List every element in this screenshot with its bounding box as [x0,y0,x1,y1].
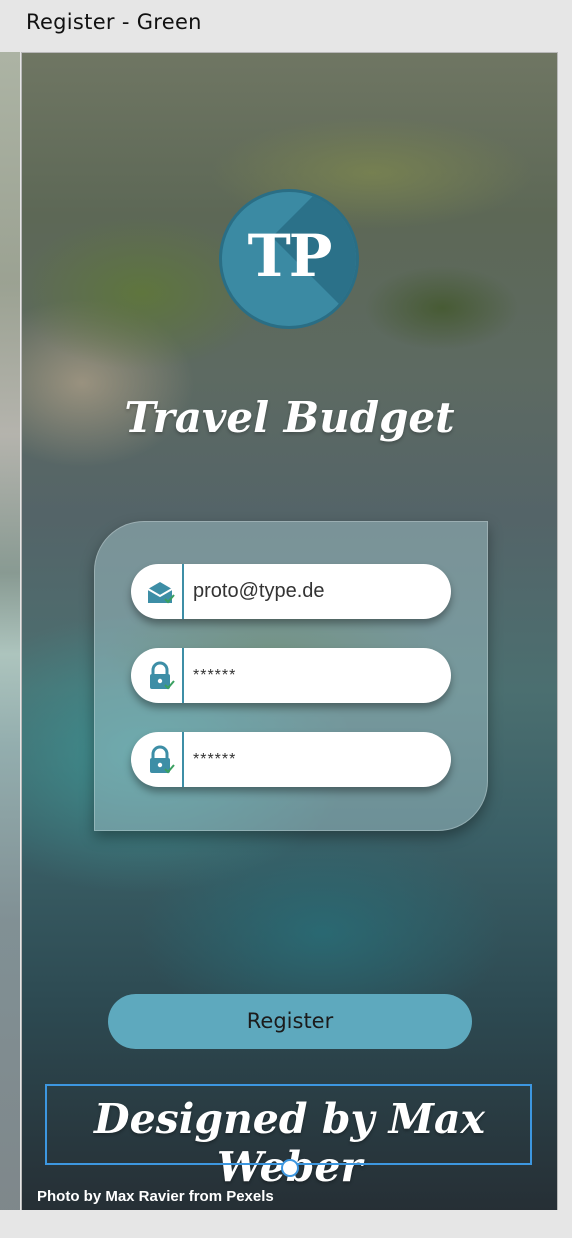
canvas-bottom-area [0,1210,572,1238]
lock-check-icon [145,745,175,775]
field-divider [182,564,184,619]
window-title-bar: Register - Green [0,0,572,46]
app-logo: TP [219,189,359,329]
email-value: proto@type.de [193,580,325,602]
mail-check-icon [145,577,175,607]
password-field[interactable]: ****** [131,648,451,703]
app-title: Travel Budget [124,393,455,442]
lock-check-icon [145,661,175,691]
logo-text: TP [247,222,333,290]
password-confirm-value: ****** [193,751,237,768]
selection-handle[interactable] [281,1159,299,1177]
field-divider [182,648,184,703]
register-form-card: proto@type.de ****** ****** [94,521,488,831]
email-field[interactable]: proto@type.de [131,564,451,619]
photo-credit: Photo by Max Ravier from Pexels [37,1188,274,1205]
selection-outline[interactable] [45,1084,532,1165]
password-value: ****** [193,667,237,684]
password-confirm-field[interactable]: ****** [131,732,451,787]
window-title: Register - Green [26,10,202,34]
artboard-register[interactable]: TP Travel Budget proto@type.de ****** **… [21,52,558,1212]
field-divider [182,732,184,787]
background-photo-overflow [0,52,20,1210]
register-button[interactable]: Register [108,994,472,1049]
